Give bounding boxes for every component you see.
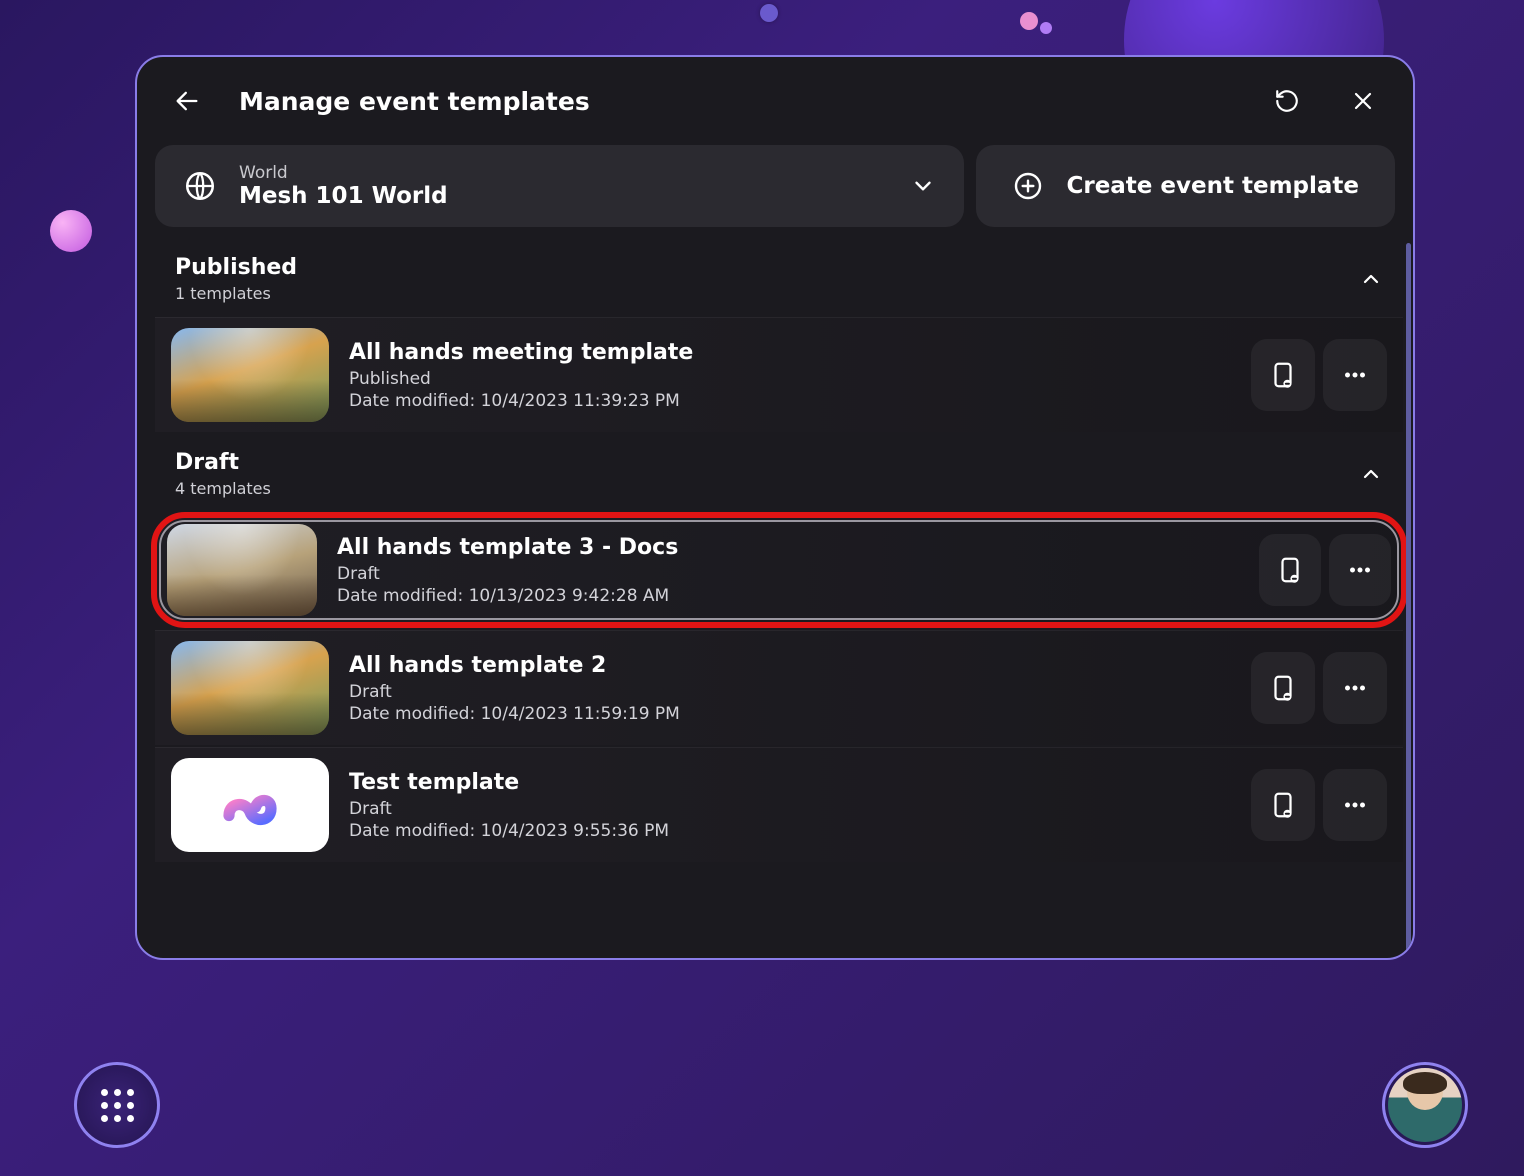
more-icon xyxy=(1340,673,1370,703)
template-thumbnail xyxy=(171,641,329,735)
planet-dot xyxy=(1020,12,1038,30)
more-button[interactable] xyxy=(1323,339,1387,411)
template-status: Draft xyxy=(349,682,1231,702)
template-row[interactable]: All hands meeting template Published Dat… xyxy=(155,317,1403,432)
section-title: Draft xyxy=(175,450,1359,475)
section-header[interactable]: Draft 4 templates xyxy=(155,434,1403,512)
device-icon xyxy=(1275,555,1305,585)
template-list[interactable]: Published 1 templates All hands meeting … xyxy=(137,239,1413,958)
template-actions xyxy=(1251,339,1387,411)
template-thumbnail xyxy=(171,758,329,852)
close-button[interactable] xyxy=(1339,77,1387,125)
template-title: All hands template 3 - Docs xyxy=(337,535,1239,560)
device-button[interactable] xyxy=(1259,534,1321,606)
chevron-up-icon xyxy=(1359,267,1383,291)
world-name: Mesh 101 World xyxy=(239,183,888,209)
section-subtitle: 4 templates xyxy=(175,479,1359,498)
template-row[interactable]: All hands template 3 - Docs Draft Date m… xyxy=(151,512,1407,628)
close-icon xyxy=(1351,89,1375,113)
planet-decoration xyxy=(50,210,92,252)
refresh-icon xyxy=(1274,88,1300,114)
globe-icon xyxy=(183,169,217,203)
section-subtitle: 1 templates xyxy=(175,284,1359,303)
arrow-left-icon xyxy=(173,87,201,115)
template-meta: Test template Draft Date modified: 10/4/… xyxy=(349,770,1231,841)
titlebar: Manage event templates xyxy=(137,57,1413,145)
template-actions xyxy=(1251,769,1387,841)
planet-dot xyxy=(1040,22,1052,34)
template-thumbnail xyxy=(167,524,317,616)
template-date: Date modified: 10/13/2023 9:42:28 AM xyxy=(337,586,1239,606)
template-row[interactable]: Test template Draft Date modified: 10/4/… xyxy=(155,747,1403,862)
more-icon xyxy=(1340,360,1370,390)
template-meta: All hands meeting template Published Dat… xyxy=(349,340,1231,411)
template-title: All hands template 2 xyxy=(349,653,1231,678)
toolbar: World Mesh 101 World Create event templa… xyxy=(137,145,1413,239)
grid-icon xyxy=(101,1089,134,1122)
avatar-icon xyxy=(1388,1068,1462,1142)
world-selector[interactable]: World Mesh 101 World xyxy=(155,145,964,227)
manage-templates-window: Manage event templates World Mesh 101 Wo… xyxy=(135,55,1415,960)
template-date: Date modified: 10/4/2023 9:55:36 PM xyxy=(349,821,1231,841)
template-actions xyxy=(1259,534,1391,606)
world-label: World xyxy=(239,163,888,183)
template-status: Draft xyxy=(349,799,1231,819)
app-grid-button[interactable] xyxy=(74,1062,160,1148)
refresh-button[interactable] xyxy=(1263,77,1311,125)
add-circle-icon xyxy=(1012,170,1044,202)
more-button[interactable] xyxy=(1323,652,1387,724)
template-title: All hands meeting template xyxy=(349,340,1231,365)
create-template-label: Create event template xyxy=(1066,173,1359,199)
template-title: Test template xyxy=(349,770,1231,795)
planet-dot xyxy=(760,4,778,22)
device-button[interactable] xyxy=(1251,769,1315,841)
template-thumbnail xyxy=(171,328,329,422)
template-meta: All hands template 3 - Docs Draft Date m… xyxy=(337,535,1239,606)
back-button[interactable] xyxy=(163,77,211,125)
more-button[interactable] xyxy=(1329,534,1391,606)
template-status: Draft xyxy=(337,564,1239,584)
device-button[interactable] xyxy=(1251,652,1315,724)
more-icon xyxy=(1340,790,1370,820)
template-meta: All hands template 2 Draft Date modified… xyxy=(349,653,1231,724)
section-header[interactable]: Published 1 templates xyxy=(155,239,1403,317)
device-icon xyxy=(1268,790,1298,820)
template-date: Date modified: 10/4/2023 11:59:19 PM xyxy=(349,704,1231,724)
page-title: Manage event templates xyxy=(239,87,590,116)
section-title: Published xyxy=(175,255,1359,280)
chevron-up-icon xyxy=(1359,462,1383,486)
more-button[interactable] xyxy=(1323,769,1387,841)
template-status: Published xyxy=(349,369,1231,389)
device-button[interactable] xyxy=(1251,339,1315,411)
template-date: Date modified: 10/4/2023 11:39:23 PM xyxy=(349,391,1231,411)
device-icon xyxy=(1268,673,1298,703)
template-row[interactable]: All hands template 2 Draft Date modified… xyxy=(155,630,1403,745)
avatar-button[interactable] xyxy=(1382,1062,1468,1148)
template-actions xyxy=(1251,652,1387,724)
device-icon xyxy=(1268,360,1298,390)
chevron-down-icon xyxy=(910,173,936,199)
create-template-button[interactable]: Create event template xyxy=(976,145,1395,227)
more-icon xyxy=(1345,555,1375,585)
